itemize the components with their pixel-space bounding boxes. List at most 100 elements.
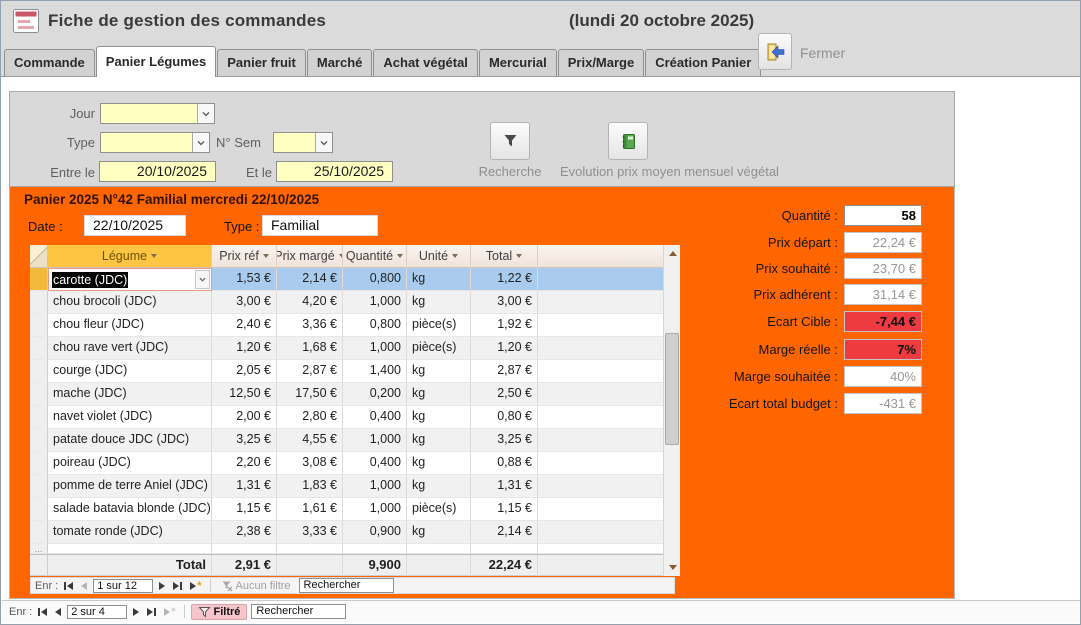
table-cell-quantite[interactable]: 0,400 [343, 406, 407, 429]
entre-le-datefield[interactable]: 20/10/2025 [99, 161, 216, 182]
table-cell-prix_ref[interactable]: 3,00 € [212, 291, 277, 314]
row-selector[interactable] [30, 498, 48, 521]
table-cell-total[interactable]: 3,00 € [471, 291, 538, 314]
table-cell-quantite[interactable]: 0,800 [343, 268, 407, 291]
table-cell-unite[interactable]: pièce(s) [407, 498, 471, 521]
tab-mercurial[interactable]: Mercurial [479, 49, 557, 76]
combo-dropdown-button[interactable] [195, 270, 210, 289]
table-cell-quantite[interactable]: 0,800 [343, 314, 407, 337]
nav-previous-button[interactable] [79, 581, 89, 591]
table-cell-unite[interactable]: kg [407, 475, 471, 498]
table-cell-total[interactable]: 1,31 € [471, 475, 538, 498]
table-cell-legume[interactable]: salade batavia blonde (JDC) [48, 498, 212, 521]
chevron-down-icon[interactable] [192, 133, 209, 152]
table-cell-quantite[interactable]: 1,000 [343, 475, 407, 498]
num-sem-combobox[interactable] [273, 132, 333, 153]
table-cell-prix_ref[interactable]: 2,00 € [212, 406, 277, 429]
table-cell-legume[interactable]: chou brocoli (JDC) [48, 291, 212, 314]
row-selector[interactable] [30, 521, 48, 544]
tab-commande[interactable]: Commande [4, 49, 95, 76]
table-cell-prix_marge[interactable]: 2,14 € [277, 268, 343, 291]
table-cell-legume[interactable]: pomme de terre Aniel (JDC) [48, 475, 212, 498]
sort-dropdown-icon[interactable] [452, 254, 458, 258]
prix-souhaite-field[interactable]: 23,70 € [844, 258, 922, 279]
table-cell-prix_ref[interactable]: 1,53 € [212, 268, 277, 291]
table-cell-prix_ref[interactable]: 2,40 € [212, 314, 277, 337]
scroll-down-icon[interactable] [664, 559, 681, 576]
tab-prix-marge[interactable]: Prix/Marge [558, 49, 644, 76]
marge-reelle-field[interactable]: 7% [844, 339, 922, 360]
form-search-input[interactable]: Rechercher [251, 604, 346, 619]
table-cell-legume[interactable]: chou rave vert (JDC) [48, 337, 212, 360]
nav-new-record-button[interactable]: * [188, 581, 203, 591]
table-cell-unite[interactable]: kg [407, 452, 471, 475]
subform-search-input[interactable]: Rechercher [299, 578, 394, 593]
row-selector[interactable] [30, 406, 48, 429]
table-row[interactable]: pomme de terre Aniel (JDC) 1,31 € 1,83 €1,… [30, 475, 663, 498]
evolution-button[interactable] [608, 122, 648, 160]
table-cell-prix_marge[interactable]: 17,50 € [277, 383, 343, 406]
row-selector[interactable] [30, 337, 48, 360]
table-cell-unite[interactable]: pièce(s) [407, 337, 471, 360]
date-field[interactable]: 22/10/2025 [84, 215, 186, 236]
row-selector[interactable] [30, 452, 48, 475]
filtered-button[interactable]: Filtré [191, 604, 248, 620]
table-cell-quantite[interactable]: 0,400 [343, 452, 407, 475]
table-cell-prix_ref[interactable]: 12,50 € [212, 383, 277, 406]
table-cell-prix_marge[interactable]: 1,83 € [277, 475, 343, 498]
row-selector[interactable] [30, 475, 48, 498]
prix-depart-field[interactable]: 22,24 € [844, 232, 922, 253]
tab-march-[interactable]: Marché [307, 49, 373, 76]
table-cell-quantite[interactable]: 1,000 [343, 429, 407, 452]
chevron-down-icon[interactable] [315, 133, 332, 152]
prix-adherent-field[interactable]: 31,14 € [844, 284, 922, 305]
table-cell-prix_marge[interactable]: 4,20 € [277, 291, 343, 314]
search-button[interactable] [490, 122, 530, 160]
table-cell-unite[interactable]: kg [407, 406, 471, 429]
column-header-prix_marge[interactable]: Prix margé [277, 245, 343, 268]
close-form-button[interactable] [758, 33, 792, 70]
table-cell-quantite[interactable]: 1,000 [343, 291, 407, 314]
table-cell-quantite[interactable]: 1,000 [343, 498, 407, 521]
marge-souhaitee-field[interactable]: 40% [844, 366, 922, 387]
jour-combobox[interactable] [100, 103, 215, 124]
row-selector[interactable] [30, 314, 48, 337]
record-position-box[interactable]: 2 sur 4 [67, 605, 127, 619]
nav-last-button[interactable] [171, 581, 184, 591]
sort-dropdown-icon[interactable] [397, 254, 403, 258]
nav-next-button[interactable] [131, 607, 141, 617]
table-cell-prix_ref[interactable]: 1,15 € [212, 498, 277, 521]
tab-achat-v-g-tal[interactable]: Achat végétal [373, 49, 478, 76]
table-row[interactable]: poireau (JDC)2,20 €3,08 €0,400kg0,88 € [30, 452, 663, 475]
tab-cr-ation-panier[interactable]: Création Panier [645, 49, 761, 76]
empty-cell[interactable] [277, 544, 343, 554]
table-cell-unite[interactable]: kg [407, 360, 471, 383]
table-cell-legume[interactable]: tomate ronde (JDC) [48, 521, 212, 544]
select-all-corner-icon[interactable] [30, 245, 48, 268]
record-position-box[interactable]: 1 sur 12 [93, 579, 153, 593]
row-selector[interactable] [30, 383, 48, 406]
type-field[interactable]: Familial [262, 215, 378, 236]
row-selector[interactable] [30, 291, 48, 314]
table-row[interactable]: tomate ronde (JDC)2,38 €3,33 €0,900kg2,1… [30, 521, 663, 544]
table-cell-prix_marge[interactable]: 3,08 € [277, 452, 343, 475]
legume-combo-editor[interactable]: carotte (JDC) [48, 268, 212, 291]
nav-next-button[interactable] [157, 581, 167, 591]
table-cell-legume[interactable]: chou fleur (JDC) [48, 314, 212, 337]
table-row[interactable]: salade batavia blonde (JDC)1,15 €1,61 €1… [30, 498, 663, 521]
new-record-row[interactable]: ... [30, 544, 663, 554]
empty-cell[interactable] [407, 544, 471, 554]
table-cell-unite[interactable]: kg [407, 291, 471, 314]
chevron-down-icon[interactable] [197, 104, 214, 123]
table-cell-legume[interactable]: mache (JDC) [48, 383, 212, 406]
row-selector[interactable] [30, 429, 48, 452]
table-cell-prix_ref[interactable]: 3,25 € [212, 429, 277, 452]
table-cell-unite[interactable]: kg [407, 383, 471, 406]
table-cell-prix_marge[interactable]: 4,55 € [277, 429, 343, 452]
column-header-legume[interactable]: Légume [48, 245, 212, 268]
row-selector[interactable] [30, 360, 48, 383]
table-cell-unite[interactable]: kg [407, 521, 471, 544]
quantite-field[interactable]: 58 [844, 205, 922, 226]
table-cell-total[interactable]: 0,80 € [471, 406, 538, 429]
tab-panier-l-gumes[interactable]: Panier Légumes [96, 46, 216, 77]
